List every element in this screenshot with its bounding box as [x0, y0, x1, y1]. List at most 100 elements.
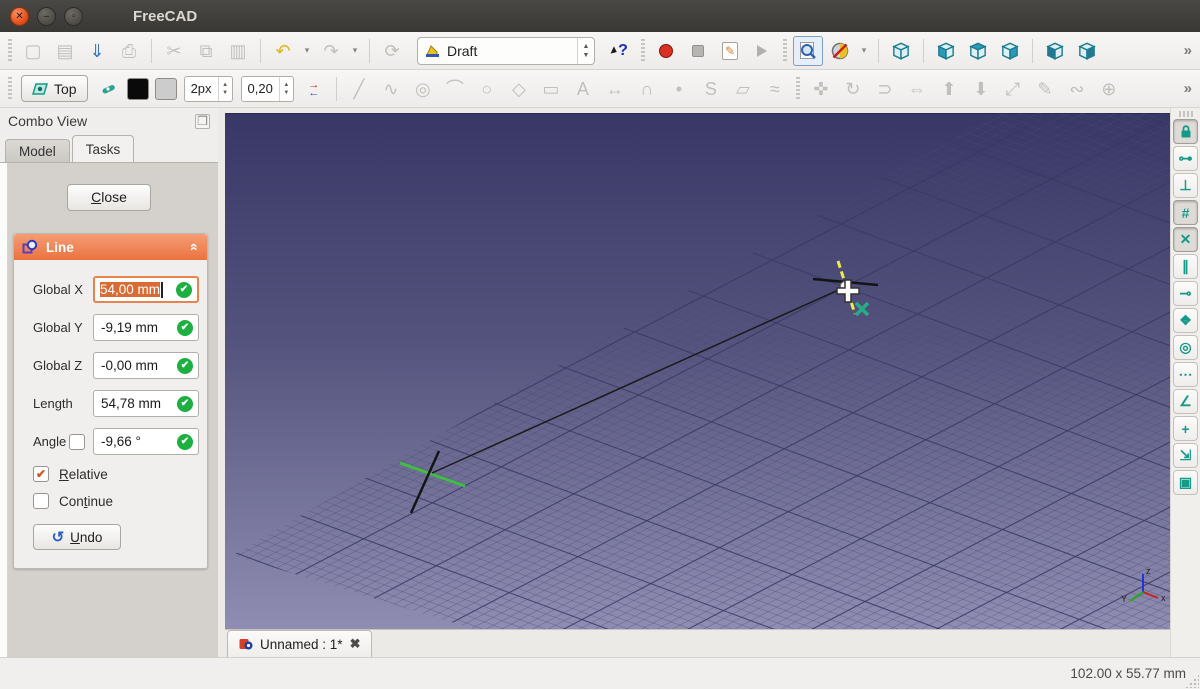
draft-rectangle-tool: ▭ [536, 74, 566, 104]
relative-checkbox[interactable]: ✔ [33, 466, 49, 482]
macro-stop-button [683, 36, 713, 66]
window-close-button[interactable]: ✕ [10, 6, 29, 26]
snap-lock-button[interactable] [1173, 119, 1198, 144]
fit-all-icon [800, 41, 816, 59]
snap-endpoint-button[interactable]: ⊸ [1173, 281, 1198, 306]
working-plane-top-button[interactable]: Top [21, 75, 88, 102]
toolbar-grip[interactable] [8, 38, 12, 63]
undo-dropdown[interactable]: ▾ [300, 36, 314, 66]
global-z-label: Global Z [33, 358, 83, 373]
draw-style-button[interactable] [825, 36, 855, 66]
top-view-icon [969, 42, 987, 60]
rear-view-button[interactable] [1040, 36, 1070, 66]
resize-grip[interactable] [1185, 674, 1199, 688]
draft-ellipse-tool: ○ [472, 74, 502, 104]
snap-dimensions-button[interactable]: ⇲ [1173, 443, 1198, 468]
whats-this-button[interactable]: ? [605, 36, 635, 66]
global-x-label: Global X [33, 282, 83, 297]
valid-check-icon: ✔ [177, 357, 193, 374]
macro-edit-button[interactable]: ✎ [715, 36, 745, 66]
tab-close-icon[interactable]: ✖ [350, 636, 361, 652]
dock-float-icon[interactable]: ❐ [195, 113, 210, 129]
snap-working-plane-button[interactable]: ▣ [1173, 470, 1198, 495]
front-view-button[interactable] [931, 36, 961, 66]
paste-icon: ▥ [229, 40, 247, 61]
face-color-swatch[interactable] [154, 77, 177, 100]
snap-angle-icon: ∠ [1179, 393, 1192, 409]
length-input[interactable]: 54,78 mm ✔ [93, 390, 199, 417]
save-icon: ⇓ [89, 40, 105, 61]
snap-endpoint-icon: ⊸ [1179, 285, 1192, 301]
top-view-button[interactable] [963, 36, 993, 66]
combo-spin-arrows[interactable]: ▲ ▼ [577, 37, 594, 64]
draft-downgrade-tool: ⬇ [966, 74, 996, 104]
dock-splitter[interactable] [218, 108, 225, 657]
toolbar-grip[interactable] [1178, 111, 1193, 117]
line-width-spinbox[interactable]: 2px ▲ ▼ [183, 75, 233, 102]
snap-angle-button[interactable]: ∠ [1173, 389, 1198, 414]
dimension-readout: 102.00 x 55.77 mm [1070, 666, 1186, 681]
apply-style-button[interactable]: → ← [299, 74, 329, 104]
toolbar-grip[interactable] [783, 38, 787, 63]
spin-arrows[interactable]: ▲ ▼ [278, 76, 293, 101]
draft-rotate-tool: ↻ [838, 74, 868, 104]
line-color-swatch[interactable] [126, 77, 149, 100]
snap-parallel-button[interactable]: ∥ [1173, 254, 1198, 279]
open-file-icon: ▤ [56, 40, 74, 61]
right-view-button[interactable] [995, 36, 1025, 66]
macro-record-button[interactable] [651, 36, 681, 66]
toolbar-grip[interactable] [641, 38, 645, 63]
undo-button[interactable]: ↶ [268, 36, 298, 66]
angle-label: Angle [33, 434, 67, 449]
collapse-chevron-icon[interactable]: « [187, 243, 203, 251]
snap-extension-button[interactable]: + [1173, 416, 1198, 441]
tab-tasks[interactable]: Tasks [71, 135, 135, 162]
angle-lock-checkbox[interactable] [69, 433, 85, 450]
draft-join-icon: ∾ [1069, 78, 1085, 99]
draft-arc-tool: ⌒ [440, 74, 470, 104]
scale-spinbox-value: 0,20 [247, 81, 273, 96]
working-plane-label: Top [54, 80, 77, 97]
rear-view-icon [1046, 42, 1064, 60]
document-tab[interactable]: Unnamed : 1* ✖ [227, 630, 373, 657]
snap-center-button[interactable]: ◎ [1173, 335, 1198, 360]
scale-spinbox[interactable]: 0,20 ▲ ▼ [240, 75, 294, 102]
axonometric-view-button[interactable] [886, 36, 916, 66]
toolbar-overflow-button[interactable]: » [1180, 42, 1196, 59]
undo-segment-button[interactable]: ↺ Undo [33, 524, 121, 550]
draw-style-icon [831, 42, 849, 59]
line-task-header[interactable]: Line « [14, 234, 207, 260]
snap-perpendicular-button[interactable]: ⊥ [1173, 173, 1198, 198]
toolbar-separator [260, 38, 261, 63]
toolbar-grip[interactable] [795, 76, 800, 101]
global-y-label: Global Y [33, 320, 83, 335]
snap-special-button[interactable]: ❖ [1173, 308, 1198, 333]
spin-arrows[interactable]: ▲ ▼ [217, 76, 232, 101]
tab-model[interactable]: Model [5, 139, 70, 162]
line-width-spinbox-value: 2px [190, 81, 212, 96]
workbench-selector[interactable]: Draft ▲ ▼ [417, 36, 595, 65]
fit-all-button[interactable] [793, 35, 823, 66]
window-maximize-button[interactable]: ▫ [64, 6, 83, 26]
close-task-button[interactable]: Close [67, 184, 151, 211]
angle-input[interactable]: -9,66 ° ✔ [93, 428, 199, 455]
snap-intersection-button[interactable]: ✕ [1173, 227, 1198, 252]
save-button[interactable]: ⇓ [82, 36, 112, 66]
global-x-input[interactable]: 54,00 mm ✔ [93, 276, 199, 303]
construction-mode-button[interactable] [93, 74, 123, 104]
freecad-window: ✕ – ▫ FreeCAD ▢ ▤ ⇓ ⎙ ✂ ⧉ ▥ ↶ ▾ ↷ ▾ ⟳ Draft ▲ ▼? ✎ ▾ » To… [0, 0, 1200, 689]
window-minimize-button[interactable]: – [37, 6, 56, 26]
draft-toolbar-overflow-button[interactable]: » [1180, 80, 1196, 97]
snap-grid-button[interactable]: # [1173, 200, 1198, 225]
toolbar-grip[interactable] [8, 76, 12, 101]
global-z-input[interactable]: -0,00 mm ✔ [93, 352, 199, 379]
continue-checkbox[interactable] [33, 493, 49, 509]
left-view-button[interactable] [1072, 36, 1102, 66]
snap-near-button[interactable]: ⋯ [1173, 362, 1198, 387]
global-y-input[interactable]: -9,19 mm ✔ [93, 314, 199, 341]
3d-viewport[interactable]: z x Y [225, 113, 1170, 629]
draw-style-dropdown[interactable]: ▾ [857, 36, 871, 66]
redo-dropdown[interactable]: ▾ [348, 36, 362, 66]
tasks-panel: Close Line « Global X 54,00 mm ✔ Global … [0, 162, 218, 657]
snap-midpoint-button[interactable]: ⊶ [1173, 146, 1198, 171]
